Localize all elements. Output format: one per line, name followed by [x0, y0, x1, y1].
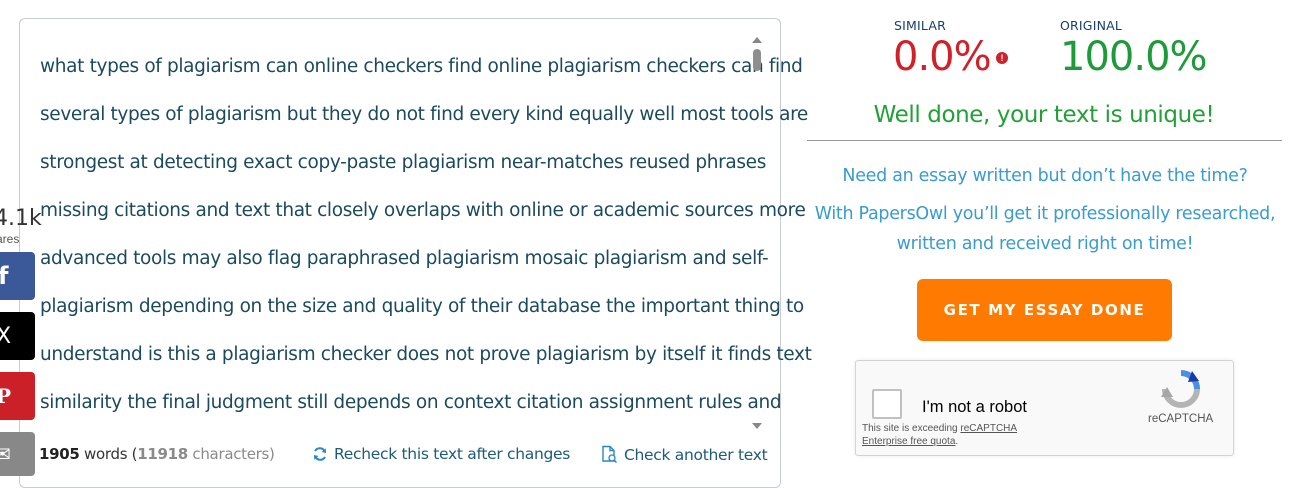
chars-label: characters): [187, 445, 275, 463]
info-icon[interactable]: !: [996, 52, 1008, 64]
promo-question: Need an essay written but don’t have the…: [842, 166, 1248, 186]
text-footer: 1905 words (11918 characters) Recheck th…: [20, 445, 780, 467]
words-label: words (: [79, 445, 138, 463]
recaptcha-link[interactable]: reCAPTCHA: [960, 423, 1017, 434]
text-line: missing citations and text that closely …: [40, 200, 806, 221]
new-document-icon: [602, 445, 618, 463]
refresh-icon: [314, 447, 326, 461]
promo-line: written and received right on time!: [896, 234, 1194, 254]
check-another-label: Check another text: [624, 446, 768, 464]
recaptcha-quota-link[interactable]: Enterprise free quota: [862, 436, 955, 447]
results-panel: SIMILAR 0.0% ! ORIGINAL 100.0% Well done…: [806, 0, 1286, 476]
divider: [807, 140, 1282, 141]
essay-text-area[interactable]: what types of plagiarism can online chec…: [40, 43, 812, 427]
original-percentage: 100.0%: [1060, 34, 1208, 80]
share-label: ares: [0, 232, 20, 246]
char-count-value: 11918: [137, 445, 188, 463]
facebook-icon: f: [0, 262, 9, 290]
recheck-text-link[interactable]: Recheck this text after changes: [312, 445, 570, 463]
word-count: 1905 words (11918 characters): [39, 445, 275, 463]
scroll-thumb[interactable]: [753, 49, 761, 71]
similar-percentage: 0.0%: [893, 34, 992, 80]
recaptcha-note-text: This site is exceeding: [862, 423, 961, 434]
email-share-button[interactable]: ✉: [0, 432, 35, 476]
text-editor-panel[interactable]: what types of plagiarism can online chec…: [19, 18, 812, 488]
x-share-button[interactable]: X: [0, 312, 35, 360]
scroll-up-arrow-icon[interactable]: [752, 37, 762, 43]
text-line: what types of plagiarism can online chec…: [40, 56, 803, 77]
share-count: 4.1k: [0, 206, 42, 231]
text-line: understand is this a plagiarism checker …: [40, 344, 812, 365]
get-essay-done-button[interactable]: GET MY ESSAY DONE: [917, 279, 1172, 341]
word-count-value: 1905: [39, 445, 80, 463]
recaptcha-logo-icon: [1161, 370, 1200, 408]
promo-line: With PapersOwl you’ll get it professiona…: [814, 204, 1276, 224]
similar-label: SIMILAR: [894, 18, 946, 33]
x-icon: X: [0, 323, 12, 349]
pinterest-icon: P: [0, 384, 12, 408]
recaptcha-brand: reCAPTCHA: [1148, 413, 1214, 425]
recaptcha-label: I'm not a robot: [922, 398, 1027, 416]
text-line: several types of plagiarism but they do …: [40, 104, 808, 125]
recaptcha-note: This site is exceeding reCAPTCHA Enterpr…: [862, 423, 1017, 448]
email-icon: ✉: [0, 442, 11, 466]
recaptcha-widget: I'm not a robot This site is exceeding r…: [855, 360, 1234, 456]
text-scrollbar[interactable]: [752, 37, 762, 429]
recaptcha-checkbox[interactable]: [872, 389, 902, 419]
text-line: plagiarism depending on the size and qua…: [40, 296, 804, 317]
unique-message: Well done, your text is unique!: [873, 102, 1215, 128]
promo-description: With PapersOwl you’ll get it professiona…: [806, 199, 1284, 259]
scroll-down-arrow-icon[interactable]: [752, 423, 762, 429]
text-line: similarity the final judgment still depe…: [40, 392, 782, 413]
recheck-label: Recheck this text after changes: [334, 445, 571, 463]
check-another-text-link[interactable]: Check another text: [600, 445, 768, 464]
original-label: ORIGINAL: [1060, 18, 1123, 33]
pinterest-share-button[interactable]: P: [0, 372, 35, 420]
text-line: strongest at detecting exact copy-paste …: [40, 152, 766, 173]
recaptcha-note-suffix: .: [955, 435, 959, 447]
text-line: advanced tools may also flag paraphrased…: [40, 248, 769, 269]
facebook-share-button[interactable]: f: [0, 252, 35, 300]
